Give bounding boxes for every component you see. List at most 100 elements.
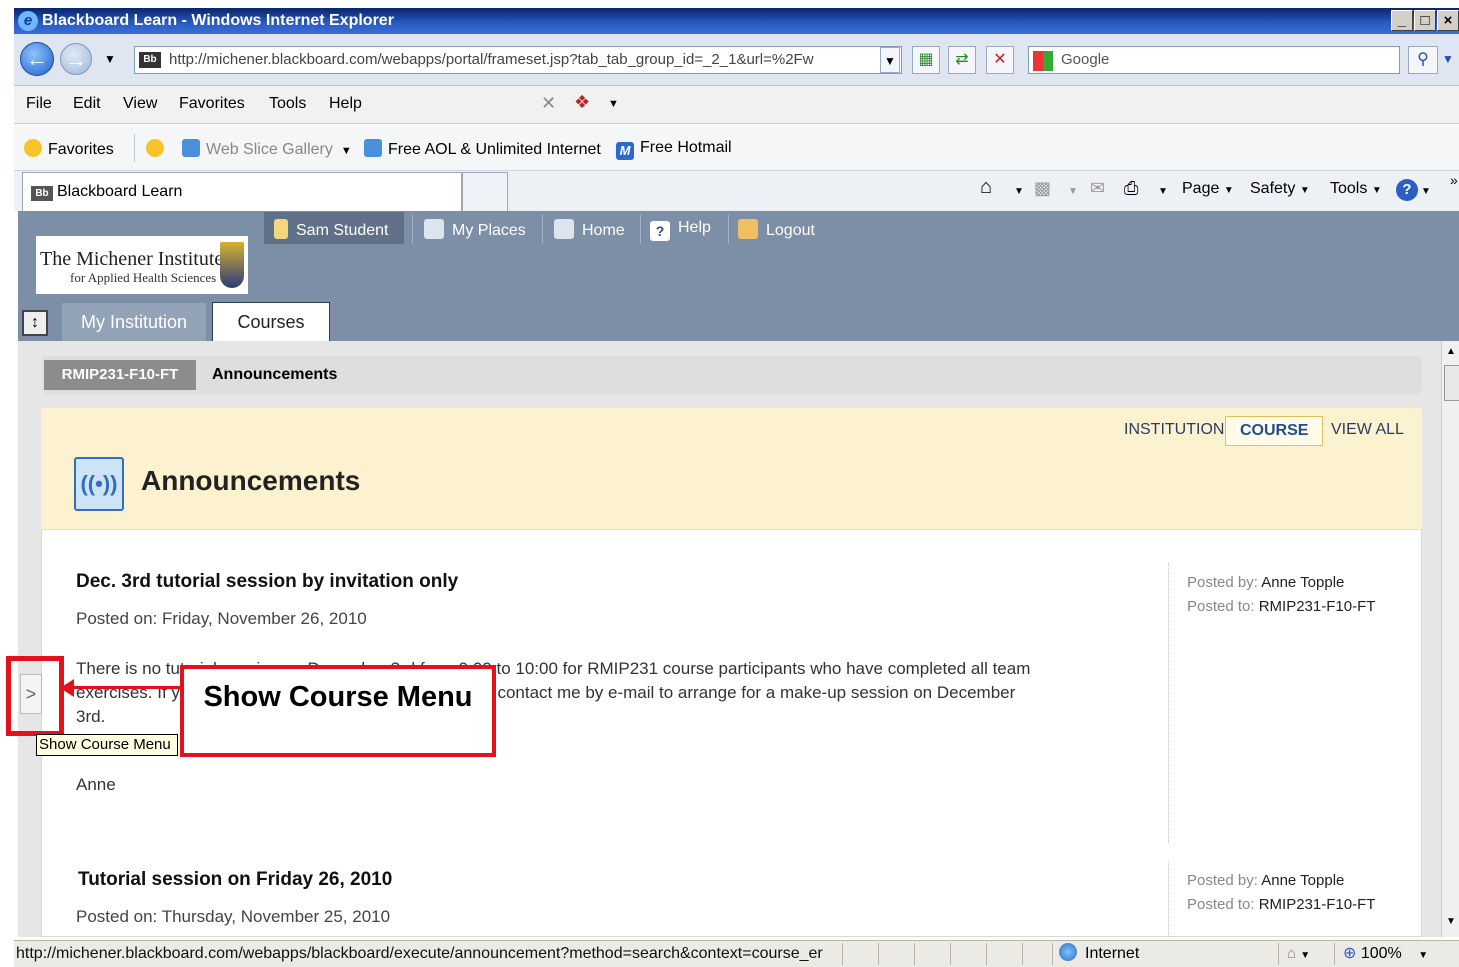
add-to-favorites-icon[interactable] bbox=[146, 139, 170, 159]
read-mail-icon[interactable]: ✉ bbox=[1090, 178, 1105, 199]
my-places-link[interactable]: My Places bbox=[424, 219, 526, 240]
page-title: Announcements bbox=[141, 465, 361, 496]
address-text: http://michener.blackboard.com/webapps/p… bbox=[169, 51, 814, 68]
menu-favorites[interactable]: Favorites bbox=[179, 95, 245, 113]
blackboard-favicon-icon: Bb bbox=[139, 52, 161, 68]
status-segment bbox=[878, 943, 914, 965]
posted-by-label: Posted by: bbox=[1187, 574, 1258, 591]
favorites-divider bbox=[134, 134, 135, 162]
zoom-icon: ⊕ bbox=[1343, 945, 1357, 962]
minimize-button[interactable]: _ bbox=[1391, 10, 1413, 31]
scroll-up-icon[interactable]: ▲ bbox=[1444, 345, 1458, 359]
page-dropdown-icon: ▼ bbox=[1223, 185, 1234, 196]
window-title: Blackboard Learn - Windows Internet Expl… bbox=[42, 12, 394, 29]
close-toolbar-icon[interactable]: ✕ bbox=[541, 93, 556, 114]
tab-courses[interactable]: Courses bbox=[212, 302, 330, 342]
blackboard-tab-icon: Bb bbox=[31, 186, 53, 201]
tab-label: Blackboard Learn bbox=[57, 183, 183, 200]
free-aol-link[interactable]: Free AOL & Unlimited Internet bbox=[364, 139, 601, 159]
posted-by-label: Posted by: bbox=[1187, 872, 1258, 889]
search-icon[interactable]: ⚲ bbox=[1408, 46, 1438, 74]
home-house-icon bbox=[554, 219, 574, 239]
safety-dropdown-icon: ▼ bbox=[1299, 185, 1310, 196]
address-bar[interactable]: Bb http://michener.blackboard.com/webapp… bbox=[134, 46, 902, 74]
filter-institution[interactable]: INSTITUTION bbox=[1110, 416, 1238, 446]
help-dropdown-icon[interactable]: ▼ bbox=[1421, 186, 1431, 197]
toggle-header-icon[interactable]: ↕ bbox=[22, 310, 48, 336]
status-segment bbox=[1022, 943, 1052, 965]
scroll-thumb[interactable] bbox=[1444, 365, 1459, 401]
recent-pages-dropdown-icon[interactable]: ▼ bbox=[104, 52, 116, 66]
window-title-bar: e Blackboard Learn - Windows Internet Exp… bbox=[14, 8, 1459, 34]
favorites-label: Favorites bbox=[48, 141, 114, 158]
close-window-button[interactable]: × bbox=[1437, 10, 1459, 31]
filter-view-all[interactable]: VIEW ALL bbox=[1317, 416, 1418, 446]
address-dropdown-icon[interactable]: ▼ bbox=[880, 47, 900, 73]
refresh-icon[interactable]: ⇄ bbox=[948, 46, 976, 74]
menu-edit[interactable]: Edit bbox=[73, 95, 101, 113]
column-divider bbox=[1168, 862, 1169, 937]
forward-button[interactable]: → bbox=[60, 43, 92, 75]
user-link[interactable]: Sam Student bbox=[274, 219, 389, 240]
posted-by: Posted by: Anne Topple bbox=[1187, 574, 1344, 591]
menu-help[interactable]: Help bbox=[329, 95, 362, 113]
search-options-icon[interactable]: ▼ bbox=[1442, 52, 1454, 66]
posted-to-course: RMIP231-F10-FT bbox=[1258, 598, 1376, 615]
logo-line2: for Applied Health Sciences bbox=[70, 270, 217, 285]
ie-logo-icon: e bbox=[18, 11, 38, 31]
status-url: http://michener.blackboard.com/webapps/b… bbox=[16, 945, 823, 962]
security-zone[interactable]: Internet bbox=[1052, 943, 1278, 965]
filter-course[interactable]: COURSE bbox=[1225, 416, 1324, 446]
vertical-scrollbar[interactable]: ▲ ▼ bbox=[1441, 341, 1459, 937]
institution-logo[interactable]: The Michener Institute for Applied Healt… bbox=[36, 236, 248, 294]
compatibility-view-icon[interactable]: ▦ bbox=[912, 46, 940, 74]
tools-menu[interactable]: Tools ▼ bbox=[1330, 180, 1382, 198]
help-icon[interactable]: ? bbox=[1396, 179, 1418, 201]
translate-dropdown-icon[interactable]: ▼ bbox=[608, 98, 619, 110]
feeds-icon[interactable]: ▩ bbox=[1034, 178, 1051, 199]
new-tab-button[interactable] bbox=[462, 172, 508, 212]
feeds-dropdown-icon[interactable]: ▼ bbox=[1068, 186, 1078, 197]
search-box[interactable]: Google bbox=[1028, 46, 1400, 74]
free-aol-label: Free AOL & Unlimited Internet bbox=[388, 141, 601, 158]
zoom-control[interactable]: ⊕ 100% ▼ bbox=[1334, 943, 1459, 965]
tab-my-institution[interactable]: My Institution bbox=[62, 303, 206, 341]
back-button[interactable]: ← bbox=[20, 42, 54, 76]
help-link[interactable]: ? Help bbox=[650, 219, 711, 241]
home-dropdown-icon[interactable]: ▼ bbox=[1014, 186, 1024, 197]
highlight-box bbox=[6, 656, 64, 736]
safety-menu[interactable]: Safety ▼ bbox=[1250, 180, 1310, 198]
scroll-down-icon[interactable]: ▼ bbox=[1444, 915, 1458, 929]
page-menu-label: Page bbox=[1182, 180, 1220, 197]
print-icon[interactable]: ⎙ bbox=[1124, 178, 1138, 199]
logout-link[interactable]: Logout bbox=[738, 219, 815, 240]
breadcrumb-current: Announcements bbox=[212, 366, 338, 383]
chevron-more-icon[interactable]: » bbox=[1450, 172, 1458, 188]
header-separator bbox=[412, 214, 413, 244]
body-signature: Anne bbox=[76, 775, 116, 794]
breadcrumb-course[interactable]: RMIP231-F10-FT bbox=[44, 360, 196, 390]
google-logo-icon bbox=[1033, 51, 1053, 71]
my-places-label: My Places bbox=[452, 222, 526, 239]
home-link[interactable]: Home bbox=[554, 219, 625, 240]
page-menu[interactable]: Page ▼ bbox=[1182, 180, 1234, 198]
stop-icon[interactable]: ✕ bbox=[986, 46, 1014, 74]
maximize-button[interactable]: □ bbox=[1414, 10, 1436, 31]
menu-file[interactable]: File bbox=[26, 95, 52, 113]
web-slice-gallery-link[interactable]: Web Slice Gallery ▼ bbox=[182, 139, 352, 159]
protected-mode-icon[interactable]: ⌂ ▼ bbox=[1278, 943, 1334, 965]
menu-tools[interactable]: Tools bbox=[269, 95, 306, 113]
home-icon[interactable]: ⌂ bbox=[980, 176, 992, 199]
web-slice-dropdown-icon[interactable]: ▼ bbox=[341, 145, 352, 157]
globe-icon bbox=[1059, 943, 1077, 961]
posted-to-label: Posted to: bbox=[1187, 896, 1255, 913]
menu-view[interactable]: View bbox=[123, 95, 157, 113]
print-dropdown-icon[interactable]: ▼ bbox=[1158, 186, 1168, 197]
posted-to-label: Posted to: bbox=[1187, 598, 1255, 615]
free-hotmail-link[interactable]: M Free Hotmail bbox=[616, 139, 732, 160]
browser-tab-blackboard[interactable]: Bb Blackboard Learn bbox=[22, 172, 462, 212]
favorites-button[interactable]: Favorites bbox=[24, 139, 114, 159]
translate-icon[interactable]: ❖ bbox=[574, 92, 590, 113]
user-icon bbox=[274, 219, 288, 239]
callout-label: Show Course Menu bbox=[180, 665, 496, 757]
